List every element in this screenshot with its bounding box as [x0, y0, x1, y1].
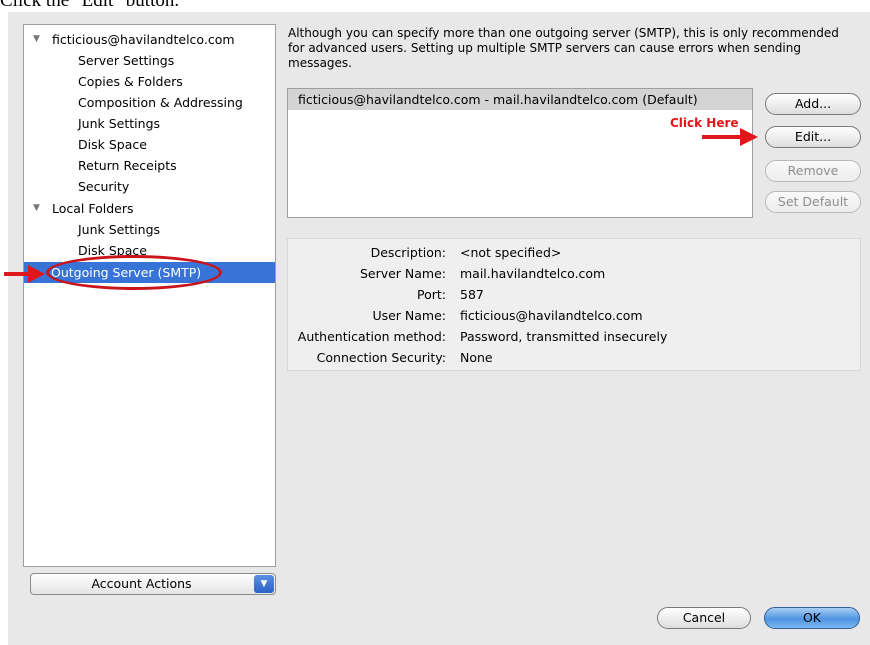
tree-item-local-folders[interactable]: ▼ Local Folders: [24, 198, 275, 219]
tree-item-local-junk-settings[interactable]: Junk Settings: [24, 219, 275, 240]
detail-auth-method: Authentication method: Password, transmi…: [297, 329, 668, 344]
disclosure-triangle-icon[interactable]: ▼: [33, 198, 40, 219]
tree-item-disk-space[interactable]: Disk Space: [24, 134, 275, 155]
add-button[interactable]: Add...: [765, 93, 861, 115]
cancel-button[interactable]: Cancel: [657, 607, 751, 629]
tutorial-caption: Click the "Edit" button.: [0, 0, 180, 11]
account-actions-menu[interactable]: Account Actions ▼: [30, 573, 276, 595]
tree-item-account[interactable]: ▼ ficticious@havilandtelco.com: [24, 29, 275, 50]
detail-description: Description: <not specified>: [370, 245, 562, 260]
detail-connection-security: Connection Security: None: [316, 350, 493, 365]
tree-item-return-receipts[interactable]: Return Receipts: [24, 155, 275, 176]
dropdown-arrow-icon[interactable]: ▼: [254, 575, 274, 593]
disclosure-triangle-icon[interactable]: ▼: [33, 29, 40, 50]
account-tree[interactable]: ▼ ficticious@havilandtelco.com Server Se…: [23, 24, 276, 567]
tree-item-server-settings[interactable]: Server Settings: [24, 50, 275, 71]
remove-button[interactable]: Remove: [765, 160, 861, 182]
detail-server-name: Server Name: mail.havilandtelco.com: [359, 266, 606, 281]
tree-item-composition[interactable]: Composition & Addressing: [24, 92, 275, 113]
smtp-notice: Although you can specify more than one o…: [288, 26, 839, 70]
detail-port: Port: 587: [417, 287, 484, 302]
smtp-server-list[interactable]: ficticious@havilandtelco.com - mail.havi…: [287, 88, 753, 218]
server-details-panel: Description: <not specified> Server Name…: [287, 238, 861, 371]
tree-item-copies-folders[interactable]: Copies & Folders: [24, 71, 275, 92]
detail-user-name: User Name: ficticious@havilandtelco.com: [372, 308, 643, 323]
tree-item-junk-settings[interactable]: Junk Settings: [24, 113, 275, 134]
tree-item-security[interactable]: Security: [24, 176, 275, 197]
arrow-right-icon: [702, 128, 758, 146]
arrow-right-icon: [4, 265, 45, 283]
ok-button[interactable]: OK: [764, 607, 860, 629]
set-default-button[interactable]: Set Default: [765, 191, 861, 213]
highlight-oval: [46, 255, 222, 290]
smtp-server-row[interactable]: ficticious@havilandtelco.com - mail.havi…: [288, 89, 752, 110]
edit-button[interactable]: Edit...: [765, 126, 861, 148]
